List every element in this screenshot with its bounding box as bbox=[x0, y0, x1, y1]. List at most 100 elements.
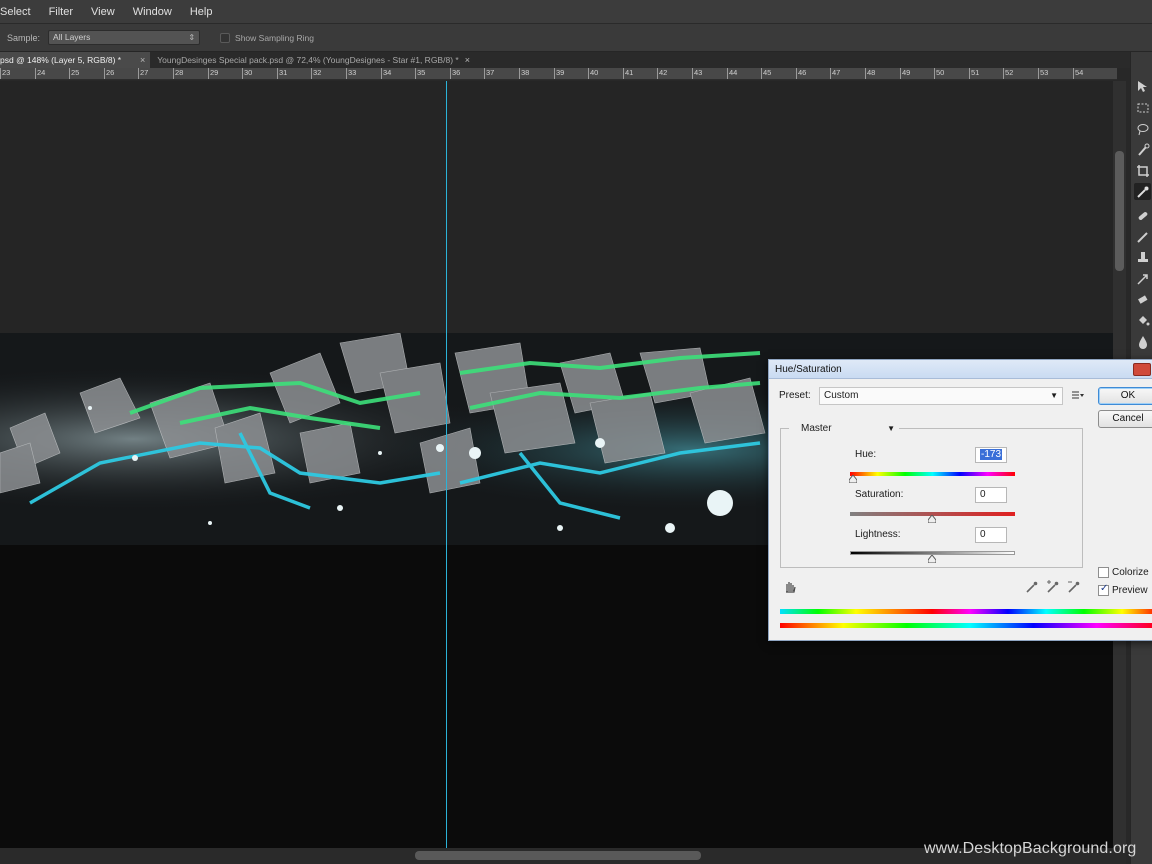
menu-view[interactable]: View bbox=[82, 0, 124, 24]
ruler-tick-label: 43 bbox=[694, 68, 703, 77]
show-sampling-ring-checkbox[interactable] bbox=[220, 32, 231, 43]
close-icon[interactable]: × bbox=[465, 52, 470, 68]
tab-special-pack-label: YoungDesinges Special pack.psd @ 72,4% (… bbox=[157, 55, 459, 65]
eyedropper-plus-icon[interactable] bbox=[1046, 580, 1060, 594]
vertical-scroll-thumb[interactable] bbox=[1115, 151, 1124, 271]
horizontal-scroll-thumb[interactable] bbox=[415, 851, 701, 860]
saturation-input-value: 0 bbox=[980, 489, 986, 500]
tab-active-label: psd @ 148% (Layer 5, RGB/8) * bbox=[0, 55, 122, 65]
blur-tool-icon[interactable] bbox=[1134, 333, 1151, 350]
watermark-text: www.DesktopBackground.org bbox=[924, 840, 1137, 857]
ruler-tick-label: 24 bbox=[37, 68, 46, 77]
ruler-tick-label: 46 bbox=[798, 68, 807, 77]
preset-options-menu-icon[interactable] bbox=[1072, 391, 1084, 401]
ruler-tick-label: 36 bbox=[452, 68, 461, 77]
ruler-tick-label: 29 bbox=[210, 68, 219, 77]
menu-select[interactable]: Select bbox=[0, 0, 40, 24]
preset-select-value: Custom bbox=[824, 390, 859, 401]
sample-select[interactable]: All Layers ⇕ bbox=[48, 30, 201, 45]
saturation-label: Saturation: bbox=[855, 489, 904, 500]
hue-saturation-dialog: Hue/Saturation Preset: Custom ▼ OK Cance… bbox=[768, 359, 1152, 641]
spectrum-adjusted-bar bbox=[780, 609, 1152, 614]
ruler-tick-label: 50 bbox=[936, 68, 945, 77]
document-tab-bar: psd @ 148% (Layer 5, RGB/8) * × YoungDes… bbox=[0, 52, 1130, 68]
show-sampling-ring-label: Show Sampling Ring bbox=[235, 32, 314, 43]
channel-select[interactable]: Master ▼ bbox=[789, 421, 899, 437]
ruler-tick-label: 44 bbox=[729, 68, 738, 77]
ruler-tick-label: 26 bbox=[106, 68, 115, 77]
quick-selection-tool-icon[interactable] bbox=[1134, 141, 1151, 158]
history-brush-tool-icon[interactable] bbox=[1134, 270, 1151, 287]
clone-stamp-tool-icon[interactable] bbox=[1134, 249, 1151, 266]
saturation-input[interactable]: 0 bbox=[975, 487, 1007, 503]
brush-tool-icon[interactable] bbox=[1134, 228, 1151, 245]
move-tool-icon[interactable] bbox=[1134, 78, 1151, 95]
dialog-title: Hue/Saturation bbox=[769, 360, 1152, 379]
hue-label: Hue: bbox=[855, 449, 877, 460]
preset-select[interactable]: Custom ▼ bbox=[819, 387, 1063, 405]
ruler-tick-label: 42 bbox=[659, 68, 668, 77]
eraser-tool-icon[interactable] bbox=[1134, 291, 1151, 308]
eyedropper-tool-icon[interactable] bbox=[1134, 183, 1151, 200]
eyedropper-icon[interactable] bbox=[1025, 580, 1039, 594]
lightness-label: Lightness: bbox=[855, 529, 901, 540]
lightness-slider-thumb-icon[interactable] bbox=[927, 554, 937, 564]
ruler-tick-label: 52 bbox=[1005, 68, 1014, 77]
ruler-tick-label: 34 bbox=[383, 68, 392, 77]
lightness-input[interactable]: 0 bbox=[975, 527, 1007, 543]
colorize-label: Colorize bbox=[1112, 567, 1149, 578]
marquee-tool-icon[interactable] bbox=[1134, 99, 1151, 116]
preview-label: Preview bbox=[1112, 585, 1148, 596]
preset-label: Preset: bbox=[779, 390, 811, 401]
ruler-tick-label: 47 bbox=[832, 68, 841, 77]
ruler-tick-label: 49 bbox=[902, 68, 911, 77]
ruler-tick-label: 39 bbox=[556, 68, 565, 77]
ruler-tick-label: 30 bbox=[244, 68, 253, 77]
menu-window[interactable]: Window bbox=[124, 0, 181, 24]
hue-slider-thumb-icon[interactable] bbox=[848, 474, 858, 484]
ruler-tick-label: 27 bbox=[140, 68, 149, 77]
preview-checkbox[interactable] bbox=[1098, 583, 1109, 596]
ruler-tick-label: 32 bbox=[313, 68, 322, 77]
colorize-checkbox[interactable] bbox=[1098, 567, 1109, 578]
ruler-tick-label: 45 bbox=[763, 68, 772, 77]
lightness-input-value: 0 bbox=[980, 529, 986, 540]
ruler-tick-label: 25 bbox=[71, 68, 80, 77]
chevron-down-icon: ▼ bbox=[1050, 391, 1058, 400]
ruler-tick-label: 28 bbox=[175, 68, 184, 77]
hue-slider-track[interactable] bbox=[850, 472, 1015, 476]
ruler-tick-label: 48 bbox=[867, 68, 876, 77]
chevron-down-icon: ▼ bbox=[887, 424, 895, 433]
ruler-tick-label: 53 bbox=[1040, 68, 1049, 77]
lasso-tool-icon[interactable] bbox=[1134, 120, 1151, 137]
dialog-close-icon[interactable] bbox=[1133, 363, 1151, 376]
channel-select-value: Master bbox=[801, 423, 832, 434]
sample-label: Sample: bbox=[7, 32, 41, 43]
sample-select-value: All Layers bbox=[53, 32, 91, 42]
options-bar: Sample: All Layers ⇕ Show Sampling Ring bbox=[0, 24, 1152, 52]
paint-bucket-tool-icon[interactable] bbox=[1134, 312, 1151, 329]
ok-button[interactable]: OK bbox=[1098, 387, 1152, 405]
guide-line[interactable] bbox=[446, 81, 447, 848]
chevron-updown-icon: ⇕ bbox=[188, 33, 196, 42]
ruler-tick-label: 33 bbox=[348, 68, 357, 77]
adjustment-group bbox=[780, 428, 1083, 568]
tab-active-document[interactable]: psd @ 148% (Layer 5, RGB/8) * bbox=[0, 52, 150, 68]
menu-help[interactable]: Help bbox=[181, 0, 222, 24]
targeted-adjustment-hand-icon[interactable] bbox=[783, 579, 798, 594]
healing-brush-tool-icon[interactable] bbox=[1134, 207, 1151, 224]
crop-tool-icon[interactable] bbox=[1134, 162, 1151, 179]
ruler-tick-label: 31 bbox=[279, 68, 288, 77]
menu-filter[interactable]: Filter bbox=[40, 0, 82, 24]
hue-input-value: -173 bbox=[980, 449, 1003, 460]
hue-input[interactable]: -173 bbox=[975, 447, 1007, 463]
ruler-tick-label: 40 bbox=[590, 68, 599, 77]
eyedropper-minus-icon[interactable] bbox=[1067, 580, 1081, 594]
ruler-tick-label: 38 bbox=[521, 68, 530, 77]
tab-special-pack[interactable]: YoungDesinges Special pack.psd @ 72,4% (… bbox=[149, 52, 476, 68]
saturation-slider-thumb-icon[interactable] bbox=[927, 514, 937, 524]
horizontal-ruler: 23 24 25 26 27 28 29 30 31 32 33 34 35 36 37 38 39 40 41 42… bbox=[0, 68, 1117, 80]
close-icon[interactable]: × bbox=[140, 52, 145, 68]
cancel-button[interactable]: Cancel bbox=[1098, 410, 1152, 428]
ruler-tick-label: 23 bbox=[2, 68, 11, 77]
